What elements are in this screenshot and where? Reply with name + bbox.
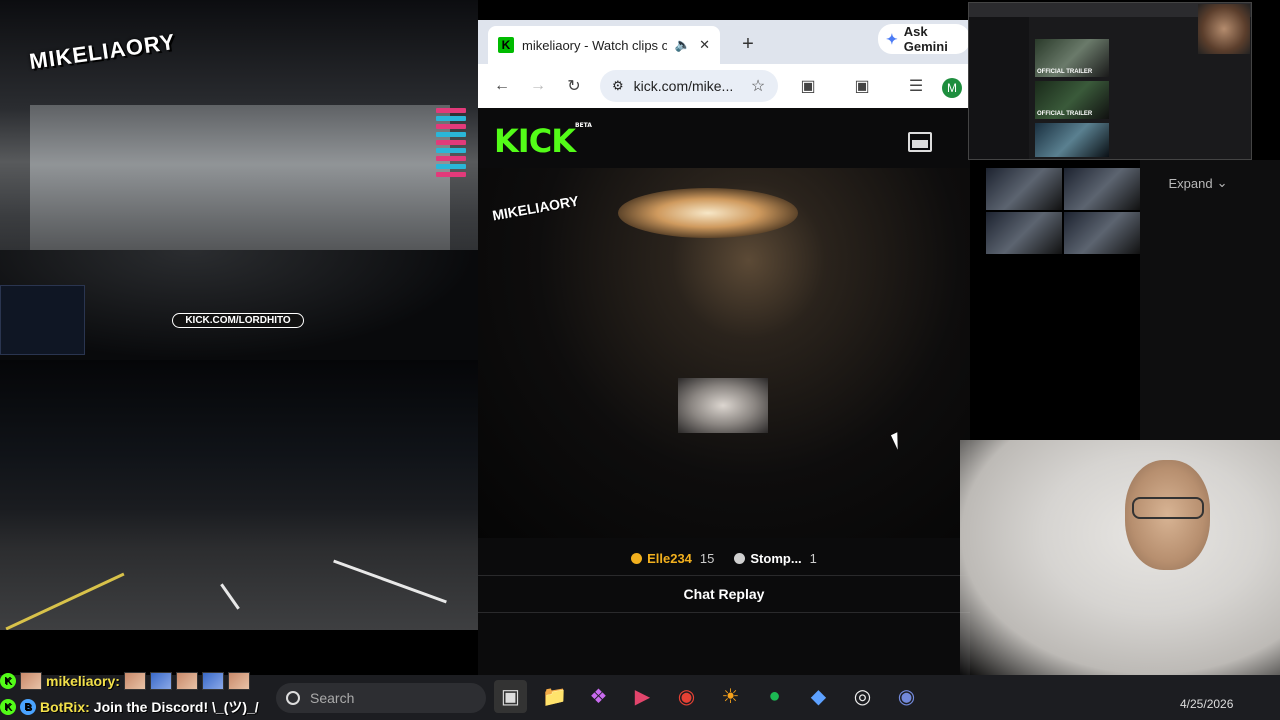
taskbar-search[interactable]: Search — [276, 683, 486, 713]
speaker-icon[interactable]: 🔈 — [675, 37, 691, 53]
trailer-thumbnail[interactable] — [1035, 123, 1109, 157]
bookmark-star-icon[interactable]: ☆ — [740, 70, 776, 102]
reload-icon[interactable]: ↻ — [556, 70, 592, 102]
taskbar-date: 4/25/2026 — [1180, 697, 1234, 711]
spotify-icon[interactable]: ● — [758, 680, 791, 713]
browser-window: K mikeliaory - Watch clips on 🔈 ✕ + ← → … — [478, 20, 970, 675]
folder-icon[interactable]: 📁 — [538, 680, 571, 713]
car-window-scene — [678, 378, 768, 433]
lane-line-left — [5, 572, 125, 630]
tab-kick[interactable]: K mikeliaory - Watch clips on 🔈 ✕ — [488, 26, 720, 64]
extensions-icon[interactable]: ▣ — [790, 70, 826, 102]
tab-title: mikeliaory - Watch clips on — [522, 37, 667, 53]
glasses — [1132, 497, 1204, 519]
sun-icon[interactable]: ☀ — [714, 680, 747, 713]
chat-replay-header: Chat Replay — [478, 575, 970, 613]
high-scores-overlay — [205, 100, 405, 180]
kick-badge-icon: K — [0, 699, 16, 715]
emote-icon — [201, 672, 224, 690]
gift-badge-icon — [631, 552, 643, 564]
lane-line-right — [333, 559, 447, 604]
chat-message: K B BotRix: Join the Discord! \_(ツ)_/ — [0, 697, 259, 717]
kick-badge-icon: K — [0, 673, 16, 689]
forward-icon[interactable]: → — [520, 70, 556, 102]
gifter-item[interactable]: Stomp... 1 — [734, 551, 817, 566]
obs-icon[interactable]: ◎ — [846, 680, 879, 713]
emote-icon — [227, 672, 250, 690]
trailer-thumbnail[interactable]: OFFICIAL TRAILER — [1035, 39, 1109, 77]
chevron-down-icon: ⌄ — [1216, 175, 1228, 190]
kick-logo[interactable]: KICKBETA — [494, 122, 592, 160]
gifter-item[interactable]: Elle234 15 — [631, 551, 714, 566]
thumbnail[interactable] — [1064, 168, 1140, 210]
copilot-icon[interactable]: ❖ — [582, 680, 615, 713]
thumbnail[interactable] — [1064, 212, 1140, 254]
ask-gemini-button[interactable]: ✦ Ask Gemini — [878, 24, 970, 54]
close-icon[interactable]: ✕ — [699, 37, 710, 53]
stream-thumbnails — [986, 168, 1140, 254]
street-camera-feed — [0, 360, 478, 630]
top-gifters: Elle234 15 Stomp... 1 — [478, 548, 970, 568]
emote-icon — [175, 672, 198, 690]
discord-icon[interactable]: ◉ — [890, 680, 923, 713]
preview-webcam — [1198, 4, 1250, 54]
back-icon[interactable]: ← — [484, 70, 520, 102]
emote-icon — [149, 672, 172, 690]
media-control-icon[interactable]: ☰ — [898, 70, 934, 102]
taskbar-apps: ▣ 📁 ❖ ▶ ◉ ☀ ● ◆ ◎ ◉ — [494, 680, 923, 713]
expand-button[interactable]: Expand ⌄ — [1158, 172, 1238, 194]
file-explorer-icon[interactable]: ▣ — [494, 680, 527, 713]
theater-mode-icon[interactable] — [908, 132, 932, 152]
streamer-webcam — [960, 440, 1280, 675]
kick-favicon-icon: K — [498, 37, 514, 53]
gemini-sparkle-icon: ✦ — [886, 30, 898, 47]
preview-sidebar — [969, 17, 1029, 159]
emote-icon — [20, 672, 42, 690]
trailer-thumbnail[interactable]: OFFICIAL TRAILER — [1035, 81, 1109, 119]
new-tab-button[interactable]: + — [734, 30, 762, 58]
chat-message: K mikeliaory: — [0, 672, 250, 690]
address-text: kick.com/mike... — [633, 78, 734, 94]
kick-page: KICKBETA MIKELIAORY Elle234 15 Stomp... … — [478, 108, 970, 675]
bot-badge-icon: B — [20, 699, 36, 715]
emote-icon — [123, 672, 146, 690]
vscode-icon[interactable]: ◆ — [802, 680, 835, 713]
browser-toolbar: ← → ↻ ⚙ kick.com/mike... ☆ ▣ ▣ ☰ M — [478, 64, 970, 108]
user-tag-column — [436, 108, 466, 177]
dome-light — [618, 188, 798, 238]
search-icon — [286, 691, 300, 705]
gift-badge-icon — [734, 552, 746, 564]
chrome-icon[interactable]: ◉ — [670, 680, 703, 713]
pdf-icon[interactable]: ▶ — [626, 680, 659, 713]
lane-dash — [220, 583, 240, 610]
google-lens-icon[interactable]: ▣ — [844, 70, 880, 102]
thumbnail[interactable] — [986, 212, 1062, 254]
profile-avatar[interactable]: M — [942, 78, 962, 98]
navigation-screen — [0, 285, 85, 355]
kick-channel-banner: KICK.COM/LORDHITO — [172, 313, 304, 328]
site-settings-icon[interactable]: ⚙ — [612, 78, 624, 94]
thumbnail[interactable] — [986, 168, 1062, 210]
